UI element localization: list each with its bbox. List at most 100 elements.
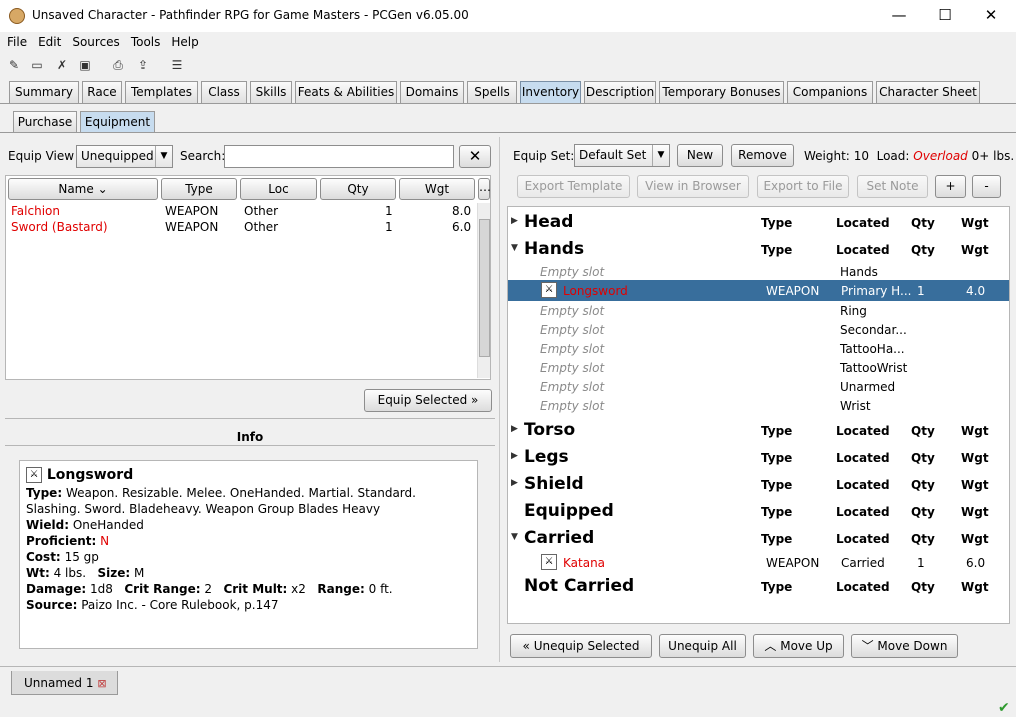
table-scrollbar[interactable] (477, 203, 490, 378)
group-row-head[interactable]: ▶ Head Type Located Qty Wgt (508, 209, 1009, 236)
col-wgt: Wgt (961, 580, 989, 594)
empty-slot-label: Empty slot (540, 342, 605, 356)
tab-inventory[interactable]: Inventory (520, 81, 581, 104)
slot-row[interactable]: Empty slot TattooWrist (508, 360, 1009, 379)
column-header-type[interactable]: Type (161, 178, 237, 200)
tab-skills[interactable]: Skills (250, 81, 292, 104)
info-panel: ⚔ Longsword Type: Weapon. Resizable. Mel… (19, 460, 478, 649)
tab-domains[interactable]: Domains (400, 81, 464, 104)
export-to-file-button[interactable]: Export to File (757, 175, 849, 198)
column-header-loc[interactable]: Loc (240, 178, 317, 200)
menu-sources[interactable]: Sources (65, 33, 123, 49)
expand-all-button[interactable]: + (935, 175, 966, 198)
scrollbar-thumb[interactable] (479, 219, 490, 357)
clear-search-button[interactable]: ✕ (459, 145, 491, 168)
collapse-all-button[interactable]: - (972, 175, 1001, 198)
close-tab-icon[interactable]: ⊠ (97, 677, 106, 690)
print-icon[interactable]: ⎙ (110, 57, 126, 73)
group-row-legs[interactable]: ▶ Legs Type Located Qty Wgt (508, 444, 1009, 471)
info-proficient-label: Proficient: (26, 534, 97, 548)
menu-file[interactable]: File (0, 33, 31, 49)
slot-row[interactable]: Empty slot TattooHa... (508, 341, 1009, 360)
item-wgt: 6.0 (452, 220, 472, 234)
equip-set-select[interactable]: Default Set ▼ (574, 144, 670, 167)
slot-row[interactable]: Empty slot Unarmed (508, 379, 1009, 398)
close-button[interactable]: ✕ (968, 0, 1014, 32)
slot-row[interactable]: Empty slot Wrist (508, 398, 1009, 417)
column-header-name[interactable]: Name ⌄ (8, 178, 158, 200)
splitter[interactable] (5, 418, 495, 420)
tab-temporary-bonuses[interactable]: Temporary Bonuses (659, 81, 784, 104)
tab-description[interactable]: Description (584, 81, 656, 104)
menu-help[interactable]: Help (164, 33, 202, 49)
search-input[interactable] (224, 145, 454, 168)
tab-feats-abilities[interactable]: Feats & Abilities (295, 81, 397, 104)
group-label: Carried (524, 528, 595, 548)
weight-label: Weight: (804, 149, 850, 163)
minimize-button[interactable]: — (876, 0, 922, 32)
empty-slot-label: Empty slot (540, 304, 605, 318)
vertical-splitter[interactable] (499, 137, 500, 662)
tab-character-sheet[interactable]: Character Sheet (876, 81, 980, 104)
save-icon[interactable]: ▣ (77, 57, 93, 73)
tab-spells[interactable]: Spells (467, 81, 517, 104)
tab-templates[interactable]: Templates (125, 81, 198, 104)
character-tab[interactable]: Unnamed 1 ⊠ (11, 671, 118, 695)
unequip-selected-button[interactable]: « Unequip Selected (510, 634, 652, 658)
info-cost-value: 15 gp (64, 550, 99, 564)
column-chooser-button[interactable]: … (478, 178, 491, 200)
subtab-equipment[interactable]: Equipment (80, 111, 155, 133)
equip-selected-button[interactable]: Equip Selected » (364, 389, 492, 412)
settings-icon[interactable]: ☰ (169, 57, 185, 73)
equipped-item-row[interactable]: ⚔ Longsword WEAPON Primary H... 1 4.0 (508, 280, 1009, 301)
move-down-button[interactable]: ﹀ Move Down (851, 634, 958, 658)
slot-row[interactable]: Empty slot Ring (508, 303, 1009, 322)
chevron-down-icon: ▼ (652, 145, 669, 166)
info-crit-mult-label: Crit Mult: (223, 582, 288, 596)
export-icon[interactable]: ⇪ (135, 57, 151, 73)
table-row[interactable]: Sword (Bastard) WEAPON Other 1 6.0 (6, 220, 476, 236)
slot-row[interactable]: Empty slot Secondar... (508, 322, 1009, 341)
export-template-button[interactable]: Export Template (517, 175, 630, 198)
weight-value: 10 (853, 149, 869, 163)
unequip-all-button[interactable]: Unequip All (659, 634, 746, 658)
info-type-label: Type: (26, 486, 63, 500)
item-type: WEAPON (766, 284, 820, 298)
set-note-button[interactable]: Set Note (857, 175, 928, 198)
column-header-qty[interactable]: Qty (320, 178, 396, 200)
tab-class[interactable]: Class (201, 81, 247, 104)
menu-bar: File Edit Sources Tools Help (0, 33, 1016, 53)
equip-view-select[interactable]: Unequipped ▼ (76, 145, 173, 168)
group-row-carried[interactable]: ▼ Carried Type Located Qty Wgt (508, 525, 1009, 552)
menu-edit[interactable]: Edit (31, 33, 65, 49)
item-qty: 1 (385, 204, 393, 218)
group-row-not-carried[interactable]: Not Carried Type Located Qty Wgt (508, 573, 1009, 600)
table-row[interactable]: Falchion WEAPON Other 1 8.0 (6, 204, 476, 220)
group-row-shield[interactable]: ▶ Shield Type Located Qty Wgt (508, 471, 1009, 498)
sort-chevron-icon: ⌄ (97, 182, 108, 196)
tab-companions[interactable]: Companions (787, 81, 873, 104)
group-row-hands[interactable]: ▼ Hands Type Located Qty Wgt (508, 236, 1009, 263)
carried-item-row[interactable]: ⚔ Katana WEAPON Carried 1 6.0 (508, 552, 1009, 573)
column-header-wgt[interactable]: Wgt (399, 178, 475, 200)
slot-location: TattooWrist (840, 361, 908, 375)
info-wield-label: Wield: (26, 518, 69, 532)
info-damage-value: 1d8 (90, 582, 113, 596)
tab-summary[interactable]: Summary (9, 81, 79, 104)
tab-race[interactable]: Race (82, 81, 122, 104)
new-character-icon[interactable]: ✎ (6, 57, 22, 73)
subtab-purchase[interactable]: Purchase (13, 111, 77, 133)
col-located: Located (836, 580, 890, 594)
menu-tools[interactable]: Tools (124, 33, 165, 49)
item-loc: Other (244, 204, 279, 218)
group-row-torso[interactable]: ▶ Torso Type Located Qty Wgt (508, 417, 1009, 444)
close-character-icon[interactable]: ✗ (54, 57, 70, 73)
view-in-browser-button[interactable]: View in Browser (637, 175, 749, 198)
maximize-button[interactable]: ☐ (922, 0, 968, 32)
move-up-button[interactable]: ︿ Move Up (753, 634, 844, 658)
remove-set-button[interactable]: Remove (731, 144, 794, 167)
new-set-button[interactable]: New (677, 144, 723, 167)
open-icon[interactable]: ▭ (29, 57, 45, 73)
group-row-equipped[interactable]: Equipped Type Located Qty Wgt (508, 498, 1009, 525)
chevron-right-icon: » (471, 393, 479, 407)
